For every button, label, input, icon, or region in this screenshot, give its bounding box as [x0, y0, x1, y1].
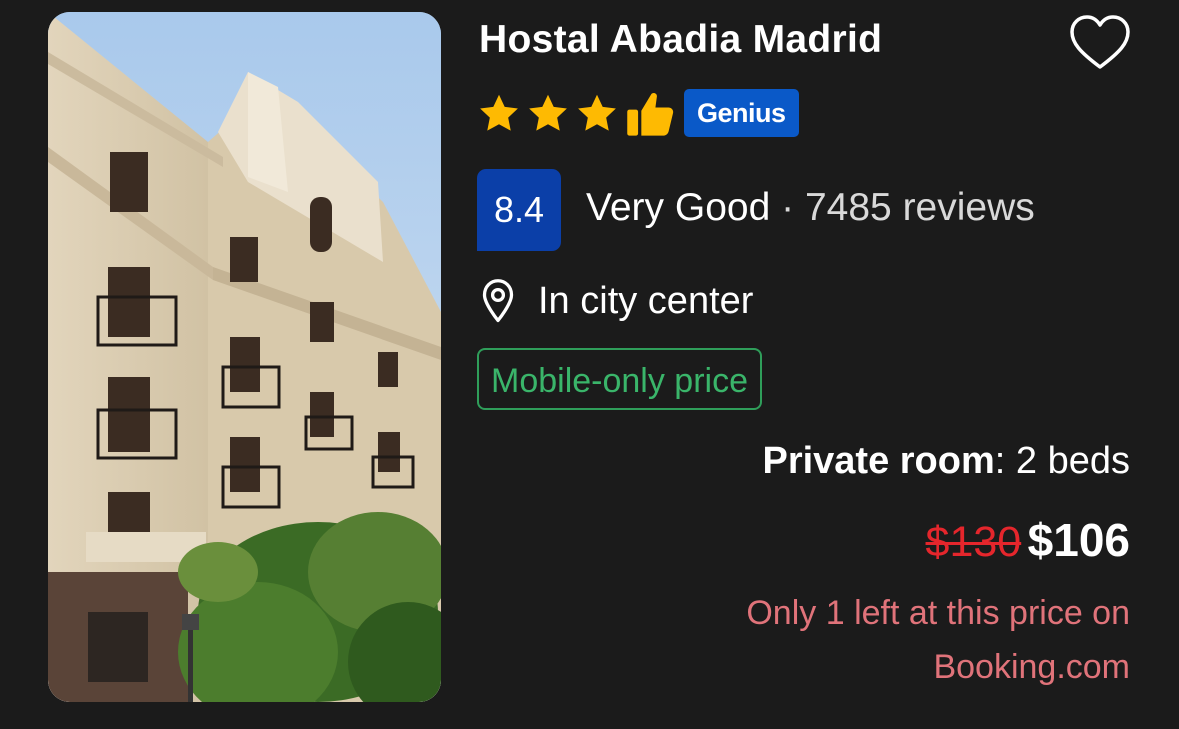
map-pin-icon: [482, 279, 514, 323]
mobile-only-price-badge: Mobile-only price: [477, 348, 762, 410]
room-info: Private room: 2 beds: [762, 440, 1130, 483]
location[interactable]: In city center: [480, 278, 753, 324]
scarcity-line-2: Booking.com: [933, 648, 1130, 686]
room-beds: 2 beds: [1005, 440, 1130, 482]
star-icon: [529, 94, 567, 131]
hotel-name[interactable]: Hostal Abadia Madrid: [479, 18, 882, 62]
review-separator: ·: [781, 186, 795, 229]
heart-outline-icon[interactable]: [1068, 14, 1132, 72]
thumbs-up-icon: [627, 93, 674, 136]
star-icon: [480, 94, 518, 131]
property-card[interactable]: Hostal Abadia Madrid Genius 8.4 Very Goo…: [0, 0, 1179, 729]
location-text: In city center: [538, 279, 754, 322]
review-label: Very Good: [586, 186, 771, 229]
room-type: Private room: [762, 440, 995, 482]
scarcity-message: Only 1 left at this price on Booking.com: [650, 586, 1130, 694]
review-summary[interactable]: Very Good · 7485 reviews: [586, 186, 1035, 230]
property-photo[interactable]: [48, 12, 441, 702]
original-price: $130: [925, 518, 1022, 566]
review-count: 7485 reviews: [804, 186, 1035, 229]
genius-badge: Genius: [684, 89, 799, 137]
scarcity-line-1: Only 1 left at this price on: [746, 594, 1130, 632]
star-icon: [578, 94, 616, 131]
current-price: $106: [1027, 514, 1130, 566]
room-separator: :: [994, 440, 1006, 482]
price: $130 $106: [926, 513, 1130, 567]
review-score: 8.4: [477, 169, 561, 251]
star-rating: Genius: [477, 88, 799, 140]
